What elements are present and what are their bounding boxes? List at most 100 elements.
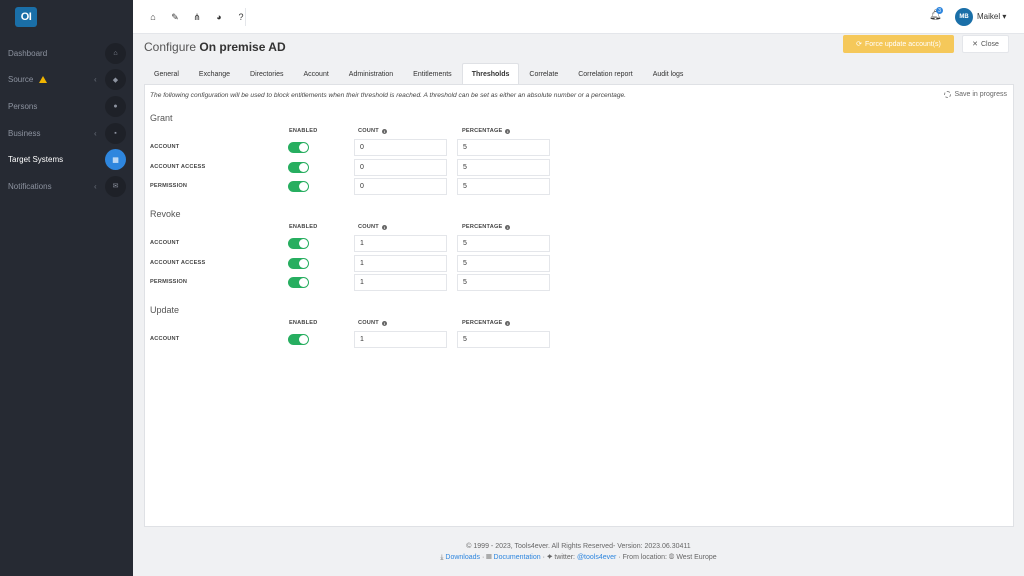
footer: © 1999 - 2023, Tools4ever. All Rights Re… [133,541,1024,563]
save-status: Save in progress [944,91,1007,98]
topbar: ⌂ ✎ ⋔ ◕? 🔔︎ 3 MB Maikel ▾ [133,0,1024,34]
enabled-toggle[interactable] [288,181,309,192]
force-update-label: Force update account(s) [865,40,941,48]
page-title: Configure On premise AD [144,40,286,54]
info-icon[interactable]: i [381,128,387,134]
topbar-divider [245,8,246,26]
sidebar-item-label: Target Systems [8,155,64,165]
threshold-row-label: ACCOUNT ACCESS [150,259,206,266]
tab-bar: General Exchange Directories Account Adminis… [144,63,693,85]
enabled-toggle[interactable] [288,334,309,345]
thresholds-panel: The following configuration will be used… [144,84,1014,527]
threshold-row-label: ACCOUNT [150,240,180,246]
enabled-toggle[interactable] [288,161,309,173]
count-input[interactable]: 1 [354,331,447,348]
tab-general[interactable]: General [144,63,189,85]
percentage-input[interactable]: 5 [457,254,550,272]
percentage-input[interactable]: 5 [457,178,550,195]
sidebar-item-label: Business [8,128,41,138]
pie-chart-icon[interactable]: ◕ [213,11,225,23]
column-header-enabled: ENABLED [289,224,318,230]
info-icon[interactable]: i [505,320,511,326]
tab-directories[interactable]: Directories [240,63,293,85]
sidebar-item-notifications[interactable]: Notifications ‹ ✉ [0,173,133,200]
tab-account[interactable]: Account [294,63,339,85]
user-menu[interactable]: Maikel ▾ [977,12,1006,21]
documentation-link[interactable]: Documentation [494,554,541,561]
wrench-icon[interactable]: ✎ [169,11,181,23]
count-input[interactable]: 0 [354,178,447,195]
force-update-button[interactable]: ⟳ Force update account(s) [843,35,954,53]
chevron-left-icon[interactable]: ‹ [94,129,97,138]
tab-administration[interactable]: Administration [339,63,403,85]
count-input[interactable]: 1 [354,235,447,252]
home-icon[interactable]: ⌂ [147,11,159,23]
sidebar-item-target-systems[interactable]: Target Systems ▦ [0,146,133,173]
enabled-toggle[interactable] [288,277,309,288]
column-header-percentage: PERCENTAGE i [462,320,511,326]
count-input[interactable]: 1 [354,254,447,272]
sitemap-icon[interactable]: ⋔ [191,11,203,23]
info-icon[interactable]: i [381,224,387,230]
threshold-row-label: ACCOUNT ACCESS [150,163,206,170]
globe-icon: ◍ [668,554,675,561]
sidebar: OI Dashboard ⌂ Source ‹ ◆ Persons ● Business ‹ ▪ T… [0,0,133,576]
enabled-toggle[interactable] [288,238,309,249]
chevron-left-icon[interactable]: ‹ [94,75,97,84]
threshold-row-label: ACCOUNT [150,336,180,342]
tab-audit-logs[interactable]: Audit logs [643,63,694,85]
percentage-input[interactable]: 5 [457,139,550,156]
app-logo[interactable]: OI [15,7,37,27]
copyright: © 1999 - 2023, Tools4ever. All Rights Re… [466,543,691,550]
tab-thresholds[interactable]: Thresholds [461,63,520,85]
topbar-icons: ⌂ ✎ ⋔ ◕? [147,11,247,23]
sidebar-item-persons[interactable]: Persons ● [0,93,133,120]
footer-links: ⤓ Downloads · ▤ Documentation · ✦ twitte… [440,554,717,561]
close-button[interactable]: ✕ Close [962,35,1009,53]
sidebar-item-business[interactable]: Business ‹ ▪ [0,120,133,147]
column-header-percentage-label: PERCENTAGE [462,224,503,230]
briefcase-icon: ▪ [105,122,126,144]
sidebar-item-source[interactable]: Source ‹ ◆ [0,67,133,94]
column-header-count-label: COUNT [358,224,379,230]
threshold-row-label: PERMISSION [150,279,188,285]
downloads-link[interactable]: Downloads [445,554,480,561]
tab-entitlements[interactable]: Entitlements [403,63,462,85]
column-header-enabled: ENABLED [289,320,318,326]
twitter-link[interactable]: @tools4ever [577,554,616,561]
enabled-toggle[interactable] [288,257,309,269]
database-icon: ◆ [105,69,126,91]
info-text: The following configuration will be used… [150,92,627,99]
avatar[interactable]: MB [955,8,973,26]
tab-correlate[interactable]: Correlate [519,63,568,85]
count-input[interactable]: 0 [354,139,447,156]
count-input[interactable]: 0 [354,158,447,176]
column-header-count-label: COUNT [358,320,379,326]
sidebar-item-dashboard[interactable]: Dashboard ⌂ [0,40,133,67]
threshold-row-label: ACCOUNT [150,144,180,150]
chevron-left-icon[interactable]: ‹ [94,182,97,191]
percentage-input[interactable]: 5 [457,274,550,291]
column-header-count: COUNT i [358,320,387,326]
save-status-label: Save in progress [954,91,1007,98]
info-icon[interactable]: i [505,224,511,230]
info-icon[interactable]: i [381,320,387,326]
sidebar-item-label: Notifications [8,181,52,191]
grid-icon: ▦ [105,149,126,171]
count-input[interactable]: 1 [354,274,447,291]
warning-icon [39,76,48,84]
percentage-input[interactable]: 5 [457,158,550,176]
tab-correlation-report[interactable]: Correlation report [568,63,642,85]
enabled-toggle[interactable] [288,142,309,153]
refresh-icon: ⟳ [856,41,862,48]
section-title-grant: Grant [150,113,173,123]
info-icon[interactable]: i [505,128,511,134]
twitter-icon: ✦ [546,554,553,561]
percentage-input[interactable]: 5 [457,235,550,252]
page-title-name: On premise AD [199,40,286,54]
sidebar-nav: Dashboard ⌂ Source ‹ ◆ Persons ● Business ‹ ▪ Targ… [0,40,133,200]
notification-badge: 3 [936,7,943,14]
tab-exchange[interactable]: Exchange [189,63,240,85]
column-header-percentage: PERCENTAGE i [462,128,511,134]
percentage-input[interactable]: 5 [457,331,550,348]
